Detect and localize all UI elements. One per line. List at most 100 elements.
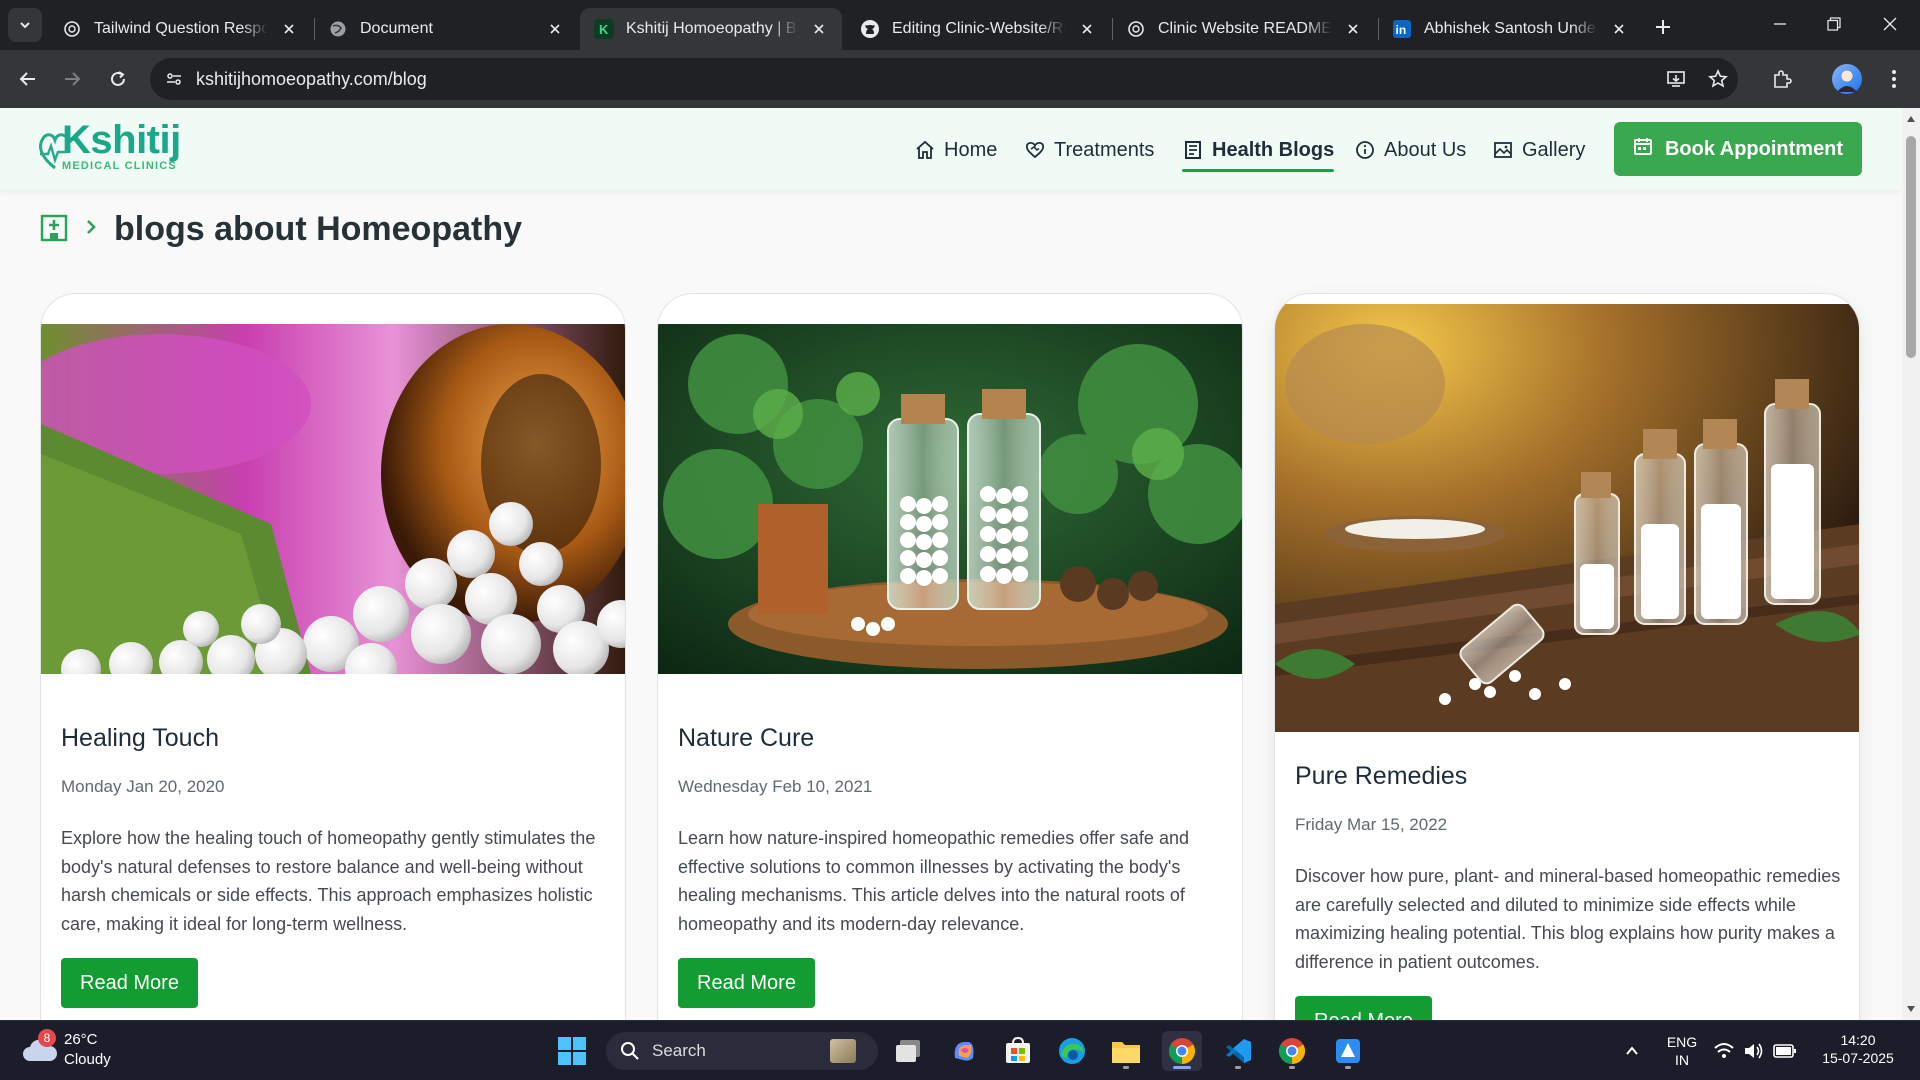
tab-title: Kshitij Homoeopathy | Best: [626, 20, 798, 37]
tab-title: Abhishek Santosh Unde | L: [1424, 20, 1598, 37]
reload-button[interactable]: [100, 61, 136, 97]
browser-tab[interactable]: Editing Clinic-Website/REA: [846, 8, 1110, 50]
bookmark-button[interactable]: [1700, 61, 1736, 97]
language-indicator[interactable]: ENG IN: [1662, 1033, 1702, 1069]
blog-title[interactable]: Healing Touch: [61, 724, 219, 753]
blog-title[interactable]: Nature Cure: [678, 724, 814, 753]
site-info-icon[interactable]: [160, 65, 188, 93]
wifi-icon: [1714, 1043, 1734, 1058]
tab-title: Clinic Website README Gu: [1158, 20, 1332, 37]
vscode-icon: [1226, 1039, 1251, 1063]
logo-text: Kshitij: [62, 118, 181, 162]
site-header: Kshitij MEDICAL CLINICS Home Treatments …: [0, 108, 1902, 190]
task-view-button[interactable]: [888, 1031, 928, 1071]
blog-card: Healing Touch Monday Jan 20, 2020 Explor…: [40, 293, 626, 1020]
nav-label: Home: [944, 138, 998, 161]
user-icon: [1837, 70, 1857, 92]
book-appointment-button[interactable]: Book Appointment: [1614, 122, 1862, 176]
hospital-icon[interactable]: [40, 212, 68, 247]
back-button[interactable]: [10, 61, 46, 97]
browser-toolbar: kshitijhomoeopathy.com/blog: [0, 50, 1920, 108]
blog-title[interactable]: Pure Remedies: [1295, 762, 1467, 791]
read-more-button[interactable]: Read More: [1295, 996, 1432, 1020]
blog-image-bottles-wood[interactable]: [1275, 304, 1859, 732]
nav-about-us[interactable]: About Us: [1354, 134, 1466, 166]
start-button[interactable]: [552, 1031, 592, 1071]
blog-date: Friday Mar 15, 2022: [1295, 815, 1448, 834]
show-hidden-icons-button[interactable]: [1612, 1031, 1652, 1071]
chevron-down-icon: [20, 22, 30, 29]
blog-image-pills[interactable]: [41, 324, 625, 695]
browser-tab[interactable]: Clinic Website README Gu: [1112, 8, 1376, 50]
heart-handshake-icon: [1024, 139, 1046, 161]
weather-temperature: 26°C: [64, 1031, 98, 1048]
install-app-button[interactable]: [1658, 61, 1694, 97]
nav-home[interactable]: Home: [914, 134, 997, 166]
scroll-up-icon[interactable]: [1906, 114, 1916, 124]
search-label: Search: [652, 1041, 706, 1060]
close-icon[interactable]: [1078, 20, 1096, 38]
star-icon: [1708, 69, 1728, 88]
openai-icon: [1126, 19, 1146, 39]
close-icon[interactable]: [1344, 20, 1362, 38]
copilot-icon: [954, 1042, 974, 1061]
nav-treatments[interactable]: Treatments: [1024, 134, 1154, 166]
scroll-down-icon[interactable]: [1906, 1004, 1916, 1014]
close-icon[interactable]: [546, 20, 564, 38]
chrome-button-active[interactable]: [1162, 1031, 1202, 1071]
minimize-button[interactable]: [1752, 0, 1808, 48]
clock[interactable]: 14:20 15-07-2025: [1808, 1031, 1908, 1067]
scroll-thumb[interactable]: [1906, 136, 1916, 358]
nav-health-blogs[interactable]: Health Blogs: [1182, 134, 1335, 172]
page-scrollbar[interactable]: [1902, 108, 1920, 1020]
svg-text:in: in: [1396, 23, 1407, 37]
browser-tab[interactable]: in Abhishek Santosh Unde | L: [1378, 8, 1642, 50]
browser-tab[interactable]: Document: [314, 8, 578, 50]
profile-avatar[interactable]: [1832, 64, 1862, 94]
tab-title: Document: [360, 20, 433, 37]
store-icon: [1006, 1037, 1030, 1063]
vscode-button[interactable]: [1218, 1031, 1258, 1071]
blog-image-bottles-herbs[interactable]: [658, 324, 1242, 674]
site-logo[interactable]: Kshitij MEDICAL CLINICS: [38, 118, 198, 178]
volume-icon: [1745, 1043, 1763, 1059]
extensions-button[interactable]: [1764, 61, 1800, 97]
restore-button[interactable]: [1806, 0, 1862, 48]
system-tray-status[interactable]: [1706, 1031, 1804, 1071]
forward-button[interactable]: [54, 61, 90, 97]
close-icon[interactable]: [1610, 20, 1628, 38]
new-tab-button[interactable]: [1648, 12, 1678, 42]
copilot-button[interactable]: [944, 1031, 984, 1071]
address-bar[interactable]: kshitijhomoeopathy.com/blog: [150, 58, 1738, 100]
browser-tab[interactable]: Tailwind Question Respons: [48, 8, 312, 50]
app-button[interactable]: [1328, 1031, 1368, 1071]
globe-icon: [328, 19, 348, 39]
close-window-button[interactable]: [1862, 0, 1918, 48]
arrow-right-icon: [65, 72, 81, 86]
chrome-profile-button[interactable]: [1272, 1031, 1312, 1071]
blog-description: Discover how pure, plant- and mineral-ba…: [1295, 866, 1841, 972]
clock-date: 15-07-2025: [1822, 1050, 1894, 1066]
language-bottom: IN: [1675, 1052, 1689, 1068]
browser-tab-active[interactable]: K Kshitij Homoeopathy | Best: [580, 8, 842, 50]
nav-gallery[interactable]: Gallery: [1492, 134, 1585, 166]
chrome-icon: [1278, 1038, 1306, 1065]
openai-icon: [62, 19, 82, 39]
read-more-button[interactable]: Read More: [61, 958, 198, 1008]
close-icon[interactable]: [280, 20, 298, 38]
browser-menu-button[interactable]: [1876, 61, 1912, 97]
close-icon[interactable]: [810, 20, 828, 38]
read-more-button[interactable]: Read More: [678, 958, 815, 1008]
search-highlight-icon: [830, 1039, 856, 1063]
blog-card: Pure Remedies Friday Mar 15, 2022 Discov…: [1274, 293, 1860, 1020]
nav-label: About Us: [1384, 138, 1467, 161]
chevron-right-icon: [84, 219, 98, 240]
file-explorer-button[interactable]: [1106, 1031, 1146, 1071]
tab-search-button[interactable]: [8, 8, 42, 42]
edge-button[interactable]: [1052, 1031, 1092, 1071]
taskbar-search[interactable]: Search: [606, 1032, 878, 1070]
microsoft-store-button[interactable]: [998, 1031, 1038, 1071]
weather-widget[interactable]: 8 26°C Cloudy: [20, 1029, 170, 1073]
blog-date: Wednesday Feb 10, 2021: [678, 777, 873, 796]
nav-label: Health Blogs: [1212, 138, 1335, 161]
